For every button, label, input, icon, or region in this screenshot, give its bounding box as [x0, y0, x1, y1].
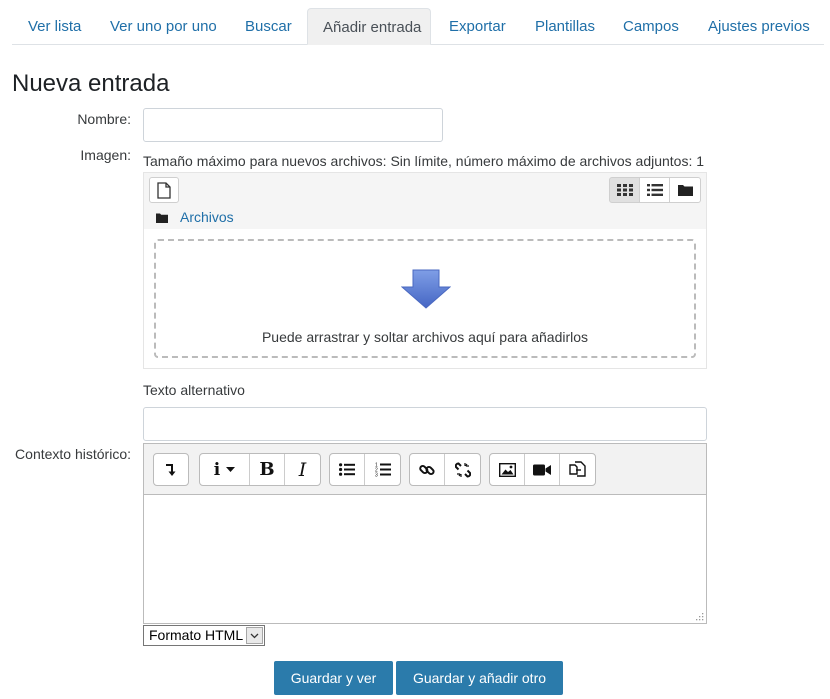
format-select-value: Formato HTML — [149, 627, 244, 643]
imagen-label: Imagen: — [80, 147, 131, 163]
tab-campos[interactable]: Campos — [608, 8, 694, 45]
dropzone-instruction: Puede arrastrar y soltar archivos aquí p… — [261, 329, 589, 345]
grid-icon — [616, 184, 633, 196]
save-and-add-another-button[interactable]: Guardar y añadir otro — [396, 661, 563, 695]
imagen-help-text: Tamaño máximo para nuevos archivos: Sin … — [143, 153, 705, 169]
file-manager-toolbar — [144, 173, 706, 207]
insert-image-button[interactable] — [490, 454, 525, 485]
nombre-label: Nombre: — [77, 111, 131, 127]
paragraph-styles-button[interactable]: i — [200, 454, 250, 485]
unordered-list-icon — [339, 463, 355, 476]
list-icon — [646, 184, 663, 196]
info-icon: i — [213, 459, 221, 480]
format-select[interactable]: Formato HTML — [143, 625, 265, 646]
alt-text-input[interactable] — [143, 407, 707, 441]
page-title: Nueva entrada — [12, 70, 170, 97]
tab-ver-lista[interactable]: Ver lista — [13, 8, 96, 45]
file-manager: Archivos Puede arrastrar y soltar archiv… — [143, 172, 707, 369]
rich-text-editor: i B I 1 2 3 — [143, 443, 707, 624]
file-icon — [157, 181, 171, 199]
tab-bar: Ver lista Ver uno por uno Buscar Añadir … — [12, 8, 824, 45]
toolbar-group-style: i B I — [199, 453, 321, 486]
unordered-list-button[interactable] — [330, 454, 365, 485]
resize-handle-icon[interactable] — [695, 612, 704, 621]
show-more-buttons[interactable] — [154, 454, 188, 485]
link-button[interactable] — [410, 454, 445, 485]
contexto-label: Contexto histórico: — [15, 446, 131, 462]
svg-text:3: 3 — [375, 473, 378, 478]
italic-button[interactable]: I — [285, 454, 320, 485]
unlink-icon — [454, 462, 471, 477]
toolbar-group-links — [409, 453, 481, 486]
tab-anadir-entrada[interactable]: Añadir entrada — [307, 8, 431, 45]
manage-files-button[interactable] — [560, 454, 595, 485]
tab-exportar[interactable]: Exportar — [434, 8, 521, 45]
save-and-view-button[interactable]: Guardar y ver — [274, 661, 393, 695]
link-icon — [419, 464, 435, 475]
folder-link-archivos[interactable]: Archivos — [180, 209, 234, 225]
unlink-button[interactable] — [445, 454, 480, 485]
download-arrow-icon — [401, 269, 451, 309]
folder-icon — [677, 185, 693, 196]
file-manager-path: Archivos — [144, 207, 706, 229]
tab-ver-uno-por-uno[interactable]: Ver uno por uno — [95, 8, 232, 45]
folder-icon — [156, 213, 168, 223]
toolbar-group-collapse — [153, 453, 189, 486]
alt-text-label: Texto alternativo — [143, 382, 245, 398]
files-icon — [569, 461, 586, 477]
insert-media-button[interactable] — [525, 454, 560, 485]
chevron-down-icon — [246, 627, 263, 644]
add-file-button[interactable] — [149, 177, 179, 203]
file-dropzone[interactable]: Puede arrastrar y soltar archivos aquí p… — [154, 239, 696, 358]
tab-buscar[interactable]: Buscar — [230, 8, 307, 45]
level-down-icon — [166, 463, 176, 476]
toolbar-group-media — [489, 453, 596, 486]
tab-plantillas[interactable]: Plantillas — [520, 8, 610, 45]
ordered-list-icon: 1 2 3 — [375, 463, 391, 478]
editor-toolbar: i B I 1 2 3 — [144, 444, 706, 495]
image-icon — [498, 462, 516, 477]
bold-button[interactable]: B — [250, 454, 285, 485]
view-icons-button[interactable] — [609, 177, 640, 203]
toolbar-group-lists: 1 2 3 — [329, 453, 401, 486]
view-list-button[interactable] — [639, 177, 670, 203]
view-tree-button[interactable] — [669, 177, 701, 203]
tab-ajustes-previos[interactable]: Ajustes previos — [693, 8, 825, 45]
caret-down-icon — [226, 467, 236, 472]
video-camera-icon — [533, 464, 551, 475]
nombre-input[interactable] — [143, 108, 443, 142]
editor-content-area[interactable] — [144, 495, 706, 623]
ordered-list-button[interactable]: 1 2 3 — [365, 454, 400, 485]
